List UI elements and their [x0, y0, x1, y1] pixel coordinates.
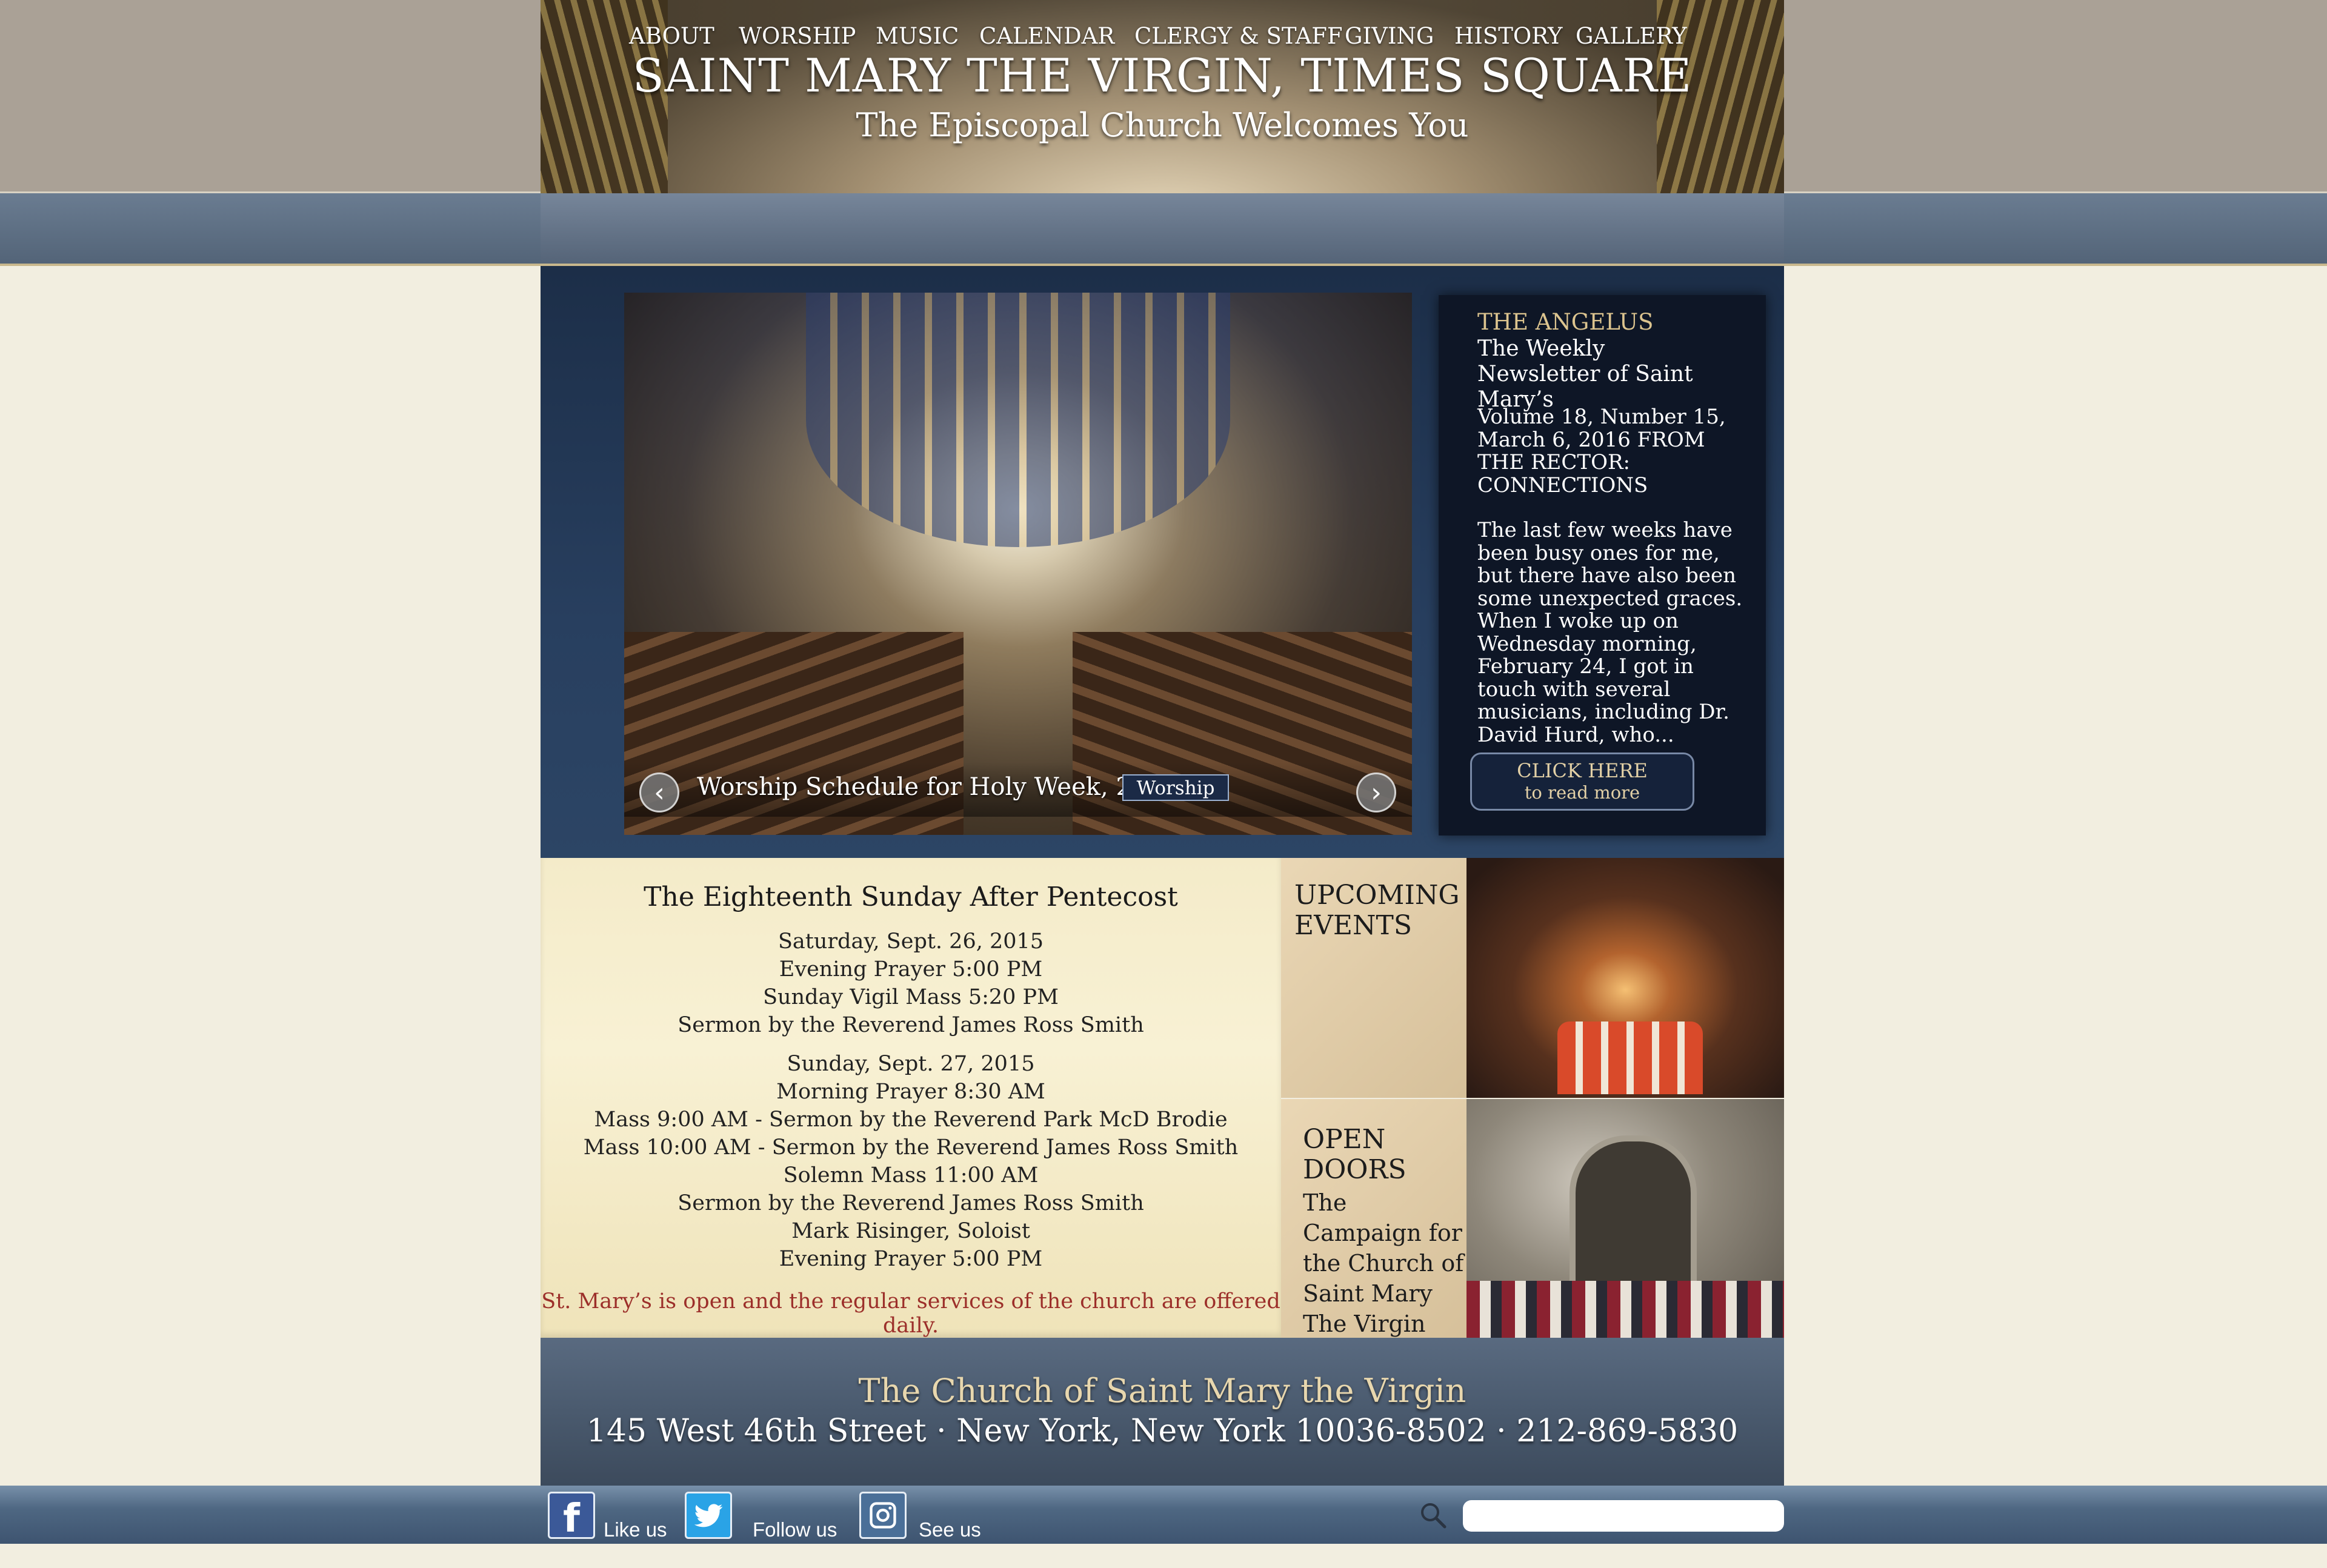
angelus-title: THE ANGELUS: [1477, 309, 1654, 335]
read-more-button[interactable]: CLICK HERE to read more: [1470, 752, 1694, 811]
schedule-line: Mass 10:00 AM - Sermon by the Reverend J…: [583, 1135, 1239, 1160]
chevron-left-icon[interactable]: ‹: [639, 772, 679, 812]
schedule-line: Saturday, Sept. 26, 2015: [777, 929, 1044, 954]
hero-caption[interactable]: Worship Schedule for Holy Week, 2016: [697, 773, 1177, 801]
facebook-icon[interactable]: f: [548, 1492, 595, 1541]
nav-item-worship[interactable]: WORSHIP: [739, 23, 856, 49]
nav-item-history[interactable]: HISTORY: [1454, 23, 1562, 49]
nav-item-giving[interactable]: GIVING: [1345, 23, 1434, 49]
nav-item-clergy-staff[interactable]: CLERGY & STAFF: [1134, 23, 1343, 49]
schedule-title: The Eighteenth Sunday After Pentecost: [644, 882, 1178, 912]
hero-slide-image[interactable]: [624, 293, 1412, 835]
altar-vestments: [1557, 1022, 1703, 1094]
site-title[interactable]: SAINT MARY THE VIRGIN, TIMES SQUARE: [541, 48, 1784, 102]
schedule-line: Evening Prayer 5:00 PM: [779, 957, 1043, 982]
nav-item-about[interactable]: ABOUT: [629, 23, 714, 49]
bottom-strip: [0, 1544, 2327, 1568]
footer-church-name: The Church of Saint Mary the Virgin: [858, 1372, 1466, 1410]
schedule-line: Evening Prayer 5:00 PM: [779, 1247, 1043, 1271]
schedule-note: St. Mary’s is open and the regular servi…: [541, 1289, 1280, 1338]
hero-vault: [806, 293, 1230, 547]
search-input[interactable]: [1463, 1500, 1784, 1532]
angelus-issue: Volume 18, Number 15, March 6, 2016 FROM…: [1477, 405, 1726, 497]
footer-address: 145 West 46th Street · New York, New Yor…: [586, 1413, 1739, 1449]
schedule-line: Sunday, Sept. 27, 2015: [787, 1052, 1035, 1076]
chevron-right-icon[interactable]: ›: [1356, 772, 1396, 812]
instagram-label[interactable]: See us: [919, 1518, 981, 1541]
open-doors-heading[interactable]: OPEN DOORS: [1303, 1125, 1442, 1185]
schedule-line: Sermon by the Reverend James Ross Smith: [677, 1013, 1144, 1037]
schedule-line: Mark Risinger, Soloist: [791, 1219, 1030, 1243]
nav-item-calendar[interactable]: CALENDAR: [979, 23, 1114, 49]
site-subtitle: The Episcopal Church Welcomes You: [856, 106, 1469, 144]
upcoming-events-heading[interactable]: UPCOMING EVENTS: [1294, 880, 1464, 941]
church-crowd: [1466, 1281, 1784, 1338]
angelus-excerpt: The last few weeks have been busy ones f…: [1477, 518, 1743, 747]
twitter-icon[interactable]: [685, 1492, 732, 1539]
nav-item-gallery[interactable]: GALLERY: [1576, 23, 1687, 49]
social-bar: [0, 1486, 2327, 1544]
schedule-line: Morning Prayer 8:30 AM: [776, 1080, 1045, 1104]
open-doors-image[interactable]: [1466, 1099, 1784, 1338]
schedule-line: Sermon by the Reverend James Ross Smith: [677, 1191, 1144, 1215]
nav-item-music[interactable]: MUSIC: [876, 23, 959, 49]
search-icon[interactable]: [1418, 1500, 1447, 1529]
schedule-line: Solemn Mass 11:00 AM: [783, 1163, 1039, 1188]
read-more-sublabel: to read more: [1524, 782, 1640, 803]
upcoming-events-image[interactable]: [1466, 858, 1784, 1098]
facebook-label[interactable]: Like us: [604, 1518, 667, 1541]
angelus-subtitle: The Weekly Newsletter of Saint Mary’s: [1477, 336, 1693, 412]
hero-category-tag[interactable]: Worship: [1122, 774, 1229, 801]
camera-icon: [870, 1502, 896, 1529]
instagram-icon[interactable]: [859, 1492, 907, 1539]
twitter-label[interactable]: Follow us: [753, 1518, 837, 1541]
open-doors-caption: The Campaign for the Church of Saint Mar…: [1303, 1189, 1464, 1337]
read-more-label: CLICK HERE: [1517, 759, 1648, 782]
site-footer: [541, 1338, 1784, 1486]
twitter-bird-icon: [694, 1504, 723, 1527]
main-nav: [541, 193, 1784, 264]
schedule-line: Mass 9:00 AM - Sermon by the Reverend Pa…: [594, 1108, 1228, 1132]
schedule-line: Sunday Vigil Mass 5:20 PM: [763, 985, 1059, 1009]
